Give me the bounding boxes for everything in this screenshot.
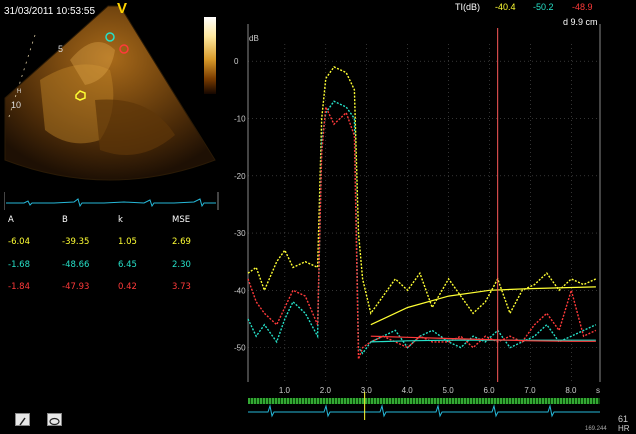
- y-axis-label: dB: [249, 34, 259, 43]
- x-tick-label: 1.0: [279, 386, 291, 395]
- y-tick-label: -30: [234, 229, 246, 238]
- series-line-cyan: [247, 100, 597, 355]
- heart-rate-label: HR: [618, 424, 630, 433]
- x-tick-label: 6.0: [483, 386, 495, 395]
- ecg-line: [248, 404, 600, 418]
- x-tick-label: 5.0: [443, 386, 455, 395]
- y-tick-label: -50: [234, 344, 246, 353]
- x-tick-label: 8.0: [565, 386, 577, 395]
- x-tick-label: 7.0: [524, 386, 536, 395]
- x-tick-label: 3.0: [361, 386, 373, 395]
- oval-icon[interactable]: [47, 413, 62, 426]
- series-line-yellow: [247, 66, 597, 316]
- x-tick-label: 2.0: [320, 386, 332, 395]
- y-tick-label: -10: [234, 114, 246, 123]
- chart-series: [247, 28, 597, 382]
- y-tick-label: -20: [234, 172, 246, 181]
- y-tick-label: -40: [234, 286, 246, 295]
- x-tick-label: 4.0: [402, 386, 414, 395]
- y-tick-label: 0: [234, 57, 239, 66]
- x-axis-label: s: [596, 386, 600, 395]
- ecg-trace-bottom: [248, 392, 600, 420]
- heart-rate-value: 61: [618, 414, 629, 424]
- chart-grid: [248, 44, 600, 382]
- heart-rate-code: 169.244: [585, 426, 607, 432]
- pen-icon[interactable]: [15, 413, 30, 426]
- tic-chart[interactable]: 0 -10 -20 -30 -40 -50 1.0 2.0 3.0 4.0 5.0 6.0 7.0 8.0…: [0, 0, 636, 434]
